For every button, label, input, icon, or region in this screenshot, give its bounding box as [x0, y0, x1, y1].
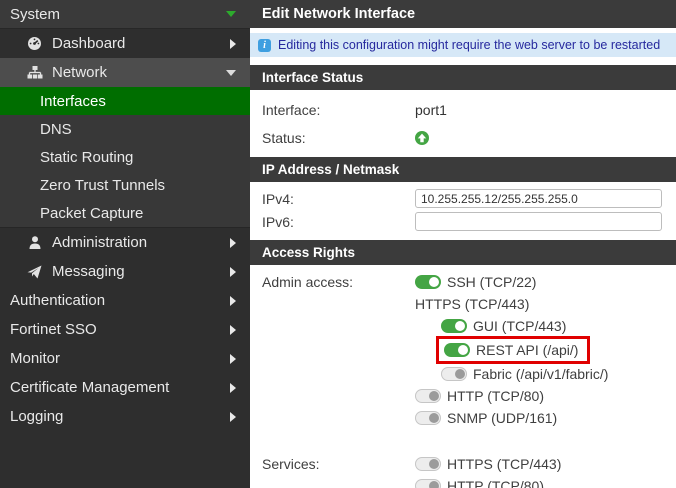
section-header-ip-address: IP Address / Netmask — [250, 157, 676, 182]
info-icon: i — [258, 38, 271, 52]
sidebar-group-authentication[interactable]: Authentication — [0, 286, 250, 315]
gui-toggle[interactable] — [441, 319, 467, 333]
toggle-row-rest-api: REST API (/api/) — [441, 339, 578, 361]
sidebar-item-label: Network — [52, 64, 108, 81]
services-https-toggle[interactable] — [415, 457, 441, 471]
sidebar-group-label: Monitor — [10, 350, 61, 367]
sidebar-item-label: Administration — [52, 234, 148, 251]
interface-row: Interface: port1 — [250, 96, 676, 124]
info-banner-text: Editing this configuration might require… — [278, 38, 661, 52]
chevron-right-icon — [230, 237, 236, 248]
sidebar-item-administration[interactable]: Administration — [0, 228, 250, 257]
status-up-icon — [415, 131, 429, 145]
ipv6-label: IPv6: — [262, 213, 294, 230]
rest-api-highlight-box: REST API (/api/) — [436, 336, 591, 364]
sidebar-item-static-routing[interactable]: Static Routing — [0, 143, 250, 171]
toggle-row-services-http: HTTP (TCP/80) — [415, 475, 561, 488]
rest-api-toggle[interactable] — [444, 343, 470, 357]
sidebar-group-label: Fortinet SSO — [10, 321, 97, 338]
toggle-label: SNMP (UDP/161) — [447, 410, 558, 426]
chevron-right-icon — [230, 324, 236, 335]
toggle-row-fabric: Fabric (/api/v1/fabric/) — [415, 363, 608, 385]
sidebar-group-monitor[interactable]: Monitor — [0, 344, 250, 373]
toggle-label: REST API (/api/) — [476, 342, 579, 358]
toggle-label: HTTPS (TCP/443) — [447, 456, 562, 472]
sidebar-group-label: Logging — [10, 408, 64, 425]
toggle-row-snmp: SNMP (UDP/161) — [415, 407, 608, 429]
interface-value: port1 — [415, 102, 447, 118]
sidebar-group-logging[interactable]: Logging — [0, 402, 250, 431]
sidebar-item-packet-capture[interactable]: Packet Capture — [0, 199, 250, 227]
sidebar-item-dashboard[interactable]: Dashboard — [0, 29, 250, 58]
sidebar-item-label: DNS — [40, 120, 72, 138]
page-title: Edit Network Interface — [250, 0, 676, 28]
info-banner: i Editing this configuration might requi… — [250, 33, 676, 57]
paper-plane-icon — [26, 265, 43, 279]
ipv4-row: IPv4: — [250, 187, 676, 210]
chevron-right-icon — [230, 353, 236, 364]
chevron-right-icon — [230, 295, 236, 306]
toggle-label: HTTP (TCP/80) — [447, 478, 544, 488]
sidebar-item-label: Dashboard — [52, 35, 126, 52]
main-content: Edit Network Interface i Editing this co… — [250, 0, 676, 488]
toggle-label: HTTP (TCP/80) — [447, 388, 544, 404]
sidebar-item-label: Static Routing — [40, 148, 134, 166]
ipv4-input[interactable] — [415, 189, 662, 208]
gauge-icon — [26, 36, 43, 51]
sidebar-item-network[interactable]: Network — [0, 58, 250, 87]
sidebar-item-label: Interfaces — [40, 92, 106, 110]
admin-access-row: Admin access: SSH (TCP/22) HTTPS (TCP/44… — [250, 265, 676, 429]
sidebar: System Dashboard Network Interfaces DNS — [0, 0, 250, 488]
status-row: Status: — [250, 124, 676, 152]
services-label: Services: — [262, 456, 320, 472]
interface-label: Interface: — [262, 102, 321, 118]
sidebar-group-certificate-management[interactable]: Certificate Management — [0, 373, 250, 402]
app-window: System Dashboard Network Interfaces DNS — [0, 0, 676, 488]
sidebar-item-label: Packet Capture — [40, 204, 144, 222]
ssh-toggle[interactable] — [415, 275, 441, 289]
sidebar-item-label: Zero Trust Tunnels — [40, 176, 166, 194]
section-header-interface-status: Interface Status — [250, 65, 676, 90]
section-header-access-rights: Access Rights — [250, 240, 676, 265]
chevron-down-icon — [226, 11, 236, 17]
toggle-row-services-https: HTTPS (TCP/443) — [415, 453, 561, 475]
status-label: Status: — [262, 130, 306, 146]
ipv6-row: IPv6: — [250, 210, 676, 233]
network-submenu: Interfaces DNS Static Routing Zero Trust… — [0, 87, 250, 228]
toggle-row-https-group: HTTPS (TCP/443) — [415, 293, 608, 315]
ipv6-input[interactable] — [415, 212, 662, 231]
services-row: Services: HTTPS (TCP/443) HTTP (TCP/80) — [250, 447, 676, 488]
toggle-label: HTTPS (TCP/443) — [415, 296, 530, 312]
admin-access-label: Admin access: — [262, 274, 354, 290]
sidebar-item-messaging[interactable]: Messaging — [0, 257, 250, 286]
sitemap-icon — [26, 65, 43, 80]
toggle-label: SSH (TCP/22) — [447, 274, 537, 290]
user-icon — [26, 235, 43, 250]
http-toggle[interactable] — [415, 389, 441, 403]
toggle-label: Fabric (/api/v1/fabric/) — [473, 366, 609, 382]
toggle-row-ssh: SSH (TCP/22) — [415, 271, 608, 293]
toggle-row-http: HTTP (TCP/80) — [415, 385, 608, 407]
sidebar-group-label: System — [10, 5, 61, 23]
sidebar-group-label: Certificate Management — [10, 379, 170, 396]
ipv4-label: IPv4: — [262, 190, 294, 207]
snmp-toggle[interactable] — [415, 411, 441, 425]
chevron-right-icon — [230, 411, 236, 422]
toggle-label: GUI (TCP/443) — [473, 318, 567, 334]
chevron-right-icon — [230, 38, 236, 49]
chevron-right-icon — [230, 382, 236, 393]
sidebar-item-interfaces[interactable]: Interfaces — [0, 87, 250, 115]
sidebar-item-label: Messaging — [52, 263, 125, 280]
toggle-row-gui: GUI (TCP/443) — [415, 315, 608, 337]
sidebar-group-label: Authentication — [10, 292, 106, 309]
fabric-toggle[interactable] — [441, 367, 467, 381]
sidebar-group-fortinet-sso[interactable]: Fortinet SSO — [0, 315, 250, 344]
chevron-down-icon — [226, 69, 236, 76]
services-http-toggle[interactable] — [415, 479, 441, 488]
sidebar-item-dns[interactable]: DNS — [0, 115, 250, 143]
sidebar-item-zero-trust-tunnels[interactable]: Zero Trust Tunnels — [0, 171, 250, 199]
sidebar-group-system[interactable]: System — [0, 0, 250, 29]
chevron-right-icon — [230, 266, 236, 277]
